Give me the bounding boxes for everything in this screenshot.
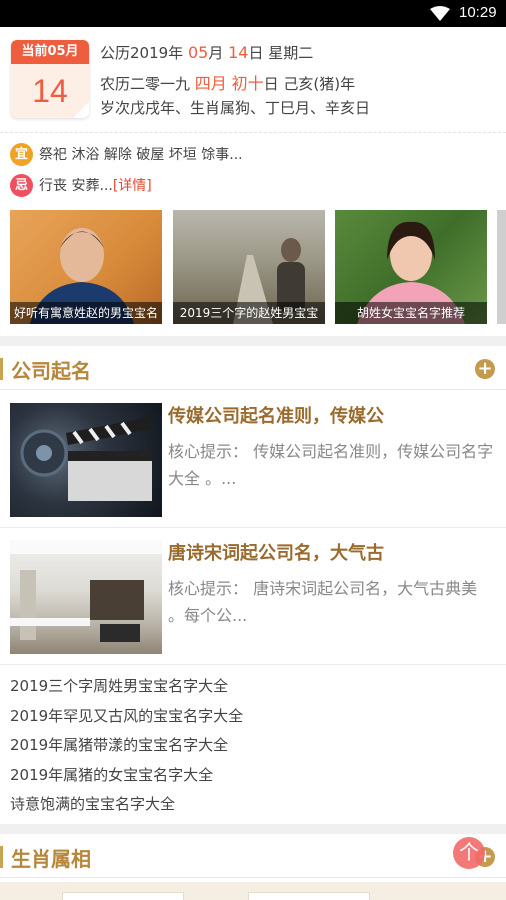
detail-link[interactable]: [详情]	[113, 175, 152, 195]
slide-caption: 胡姓女宝宝名字推荐	[335, 302, 487, 324]
list-item[interactable]: 2019年属猪的女宝宝名字大全	[10, 761, 243, 791]
section-title: 生肖属相	[11, 847, 91, 871]
status-time: 10:29	[459, 4, 497, 21]
yi-badge: 宜	[10, 142, 33, 166]
article-summary: 核心提示： 唐诗宋词起公司名，大气古典美 。每个公...	[168, 579, 478, 625]
carousel-slide[interactable]: 2019三个字的赵姓男宝宝	[173, 210, 325, 324]
list-item[interactable]: 2019三个字周姓男宝宝名字大全	[10, 672, 243, 702]
ganzhi-line: 岁次戊戌年、生肖属狗、丁巳月、辛亥日	[100, 99, 371, 117]
carousel-slide-partial[interactable]	[497, 210, 506, 324]
carousel-slide[interactable]: 胡姓女宝宝名字推荐	[335, 210, 487, 324]
slide-caption: 2019三个字的赵姓男宝宝	[173, 302, 325, 324]
article-item[interactable]: 唐诗宋词起公司名，大气古 核心提示： 唐诗宋词起公司名，大气古典美 。每个公..…	[0, 529, 506, 665]
section-accent-bar	[0, 358, 3, 380]
slide-caption: 好听有寓意姓赵的男宝宝名	[10, 302, 162, 324]
article-summary: 核心提示： 传媒公司起名准则，传媒公司名字大全 。...	[168, 442, 494, 488]
zodiac-preview-strip	[0, 882, 506, 900]
yi-row[interactable]: 宜 祭祀 沐浴 解除 破屋 坏垣 馀事...	[10, 142, 243, 166]
article-title[interactable]: 唐诗宋词起公司名，大气古	[168, 539, 498, 565]
list-item[interactable]: 2019年属猪带漾的宝宝名字大全	[10, 731, 243, 761]
image-carousel[interactable]: 好听有寓意姓赵的男宝宝名 2019三个字的赵姓男宝宝 胡姓女宝宝名字推荐	[0, 210, 506, 324]
section-gap	[0, 336, 506, 346]
list-item[interactable]: 2019年罕见又古风的宝宝名字大全	[10, 702, 243, 732]
status-bar: 10:29	[0, 0, 506, 27]
clapperboard-image	[20, 417, 152, 501]
section-header-company: 公司起名 +	[0, 346, 506, 390]
more-plus-icon[interactable]: +	[475, 359, 495, 379]
calendar-badge-label: 当前05月	[11, 40, 89, 64]
section-header-zodiac: 生肖属相 +	[0, 834, 506, 878]
article-title[interactable]: 传媒公司起名准则，传媒公	[168, 402, 498, 428]
zodiac-card[interactable]	[62, 892, 184, 900]
wifi-icon	[430, 6, 450, 21]
section-gap	[0, 824, 506, 834]
article-link-list: 2019三个字周姓男宝宝名字大全 2019年罕见又古风的宝宝名字大全 2019年…	[10, 672, 243, 820]
zodiac-card[interactable]	[248, 892, 370, 900]
section-title: 公司起名	[11, 359, 91, 383]
lunar-date-line: 农历二零一九 四月 初十日 己亥(猪)年	[100, 74, 356, 93]
section-accent-bar	[0, 846, 3, 868]
yi-text: 祭祀 沐浴 解除 破屋 坏垣 馀事...	[39, 147, 243, 163]
divider	[0, 132, 506, 133]
solar-date-line: 公历2019年 05月 14日 星期二	[100, 43, 314, 62]
office-image	[10, 540, 162, 642]
list-item[interactable]: 诗意饱满的宝宝名字大全	[10, 790, 243, 820]
ji-badge: 忌	[10, 173, 33, 197]
ji-text: 行丧 安葬...	[39, 178, 113, 194]
calendar-badge[interactable]: 当前05月 14	[11, 40, 89, 118]
ji-row[interactable]: 忌 行丧 安葬... [详情]	[10, 173, 152, 197]
back-to-top-button[interactable]: 个	[453, 837, 485, 869]
article-item[interactable]: 传媒公司起名准则，传媒公 核心提示： 传媒公司起名准则，传媒公司名字大全 。..…	[0, 392, 506, 528]
article-thumbnail	[10, 540, 162, 654]
page-fold	[73, 102, 89, 118]
article-thumbnail	[10, 403, 162, 517]
carousel-slide[interactable]: 好听有寓意姓赵的男宝宝名	[10, 210, 162, 324]
